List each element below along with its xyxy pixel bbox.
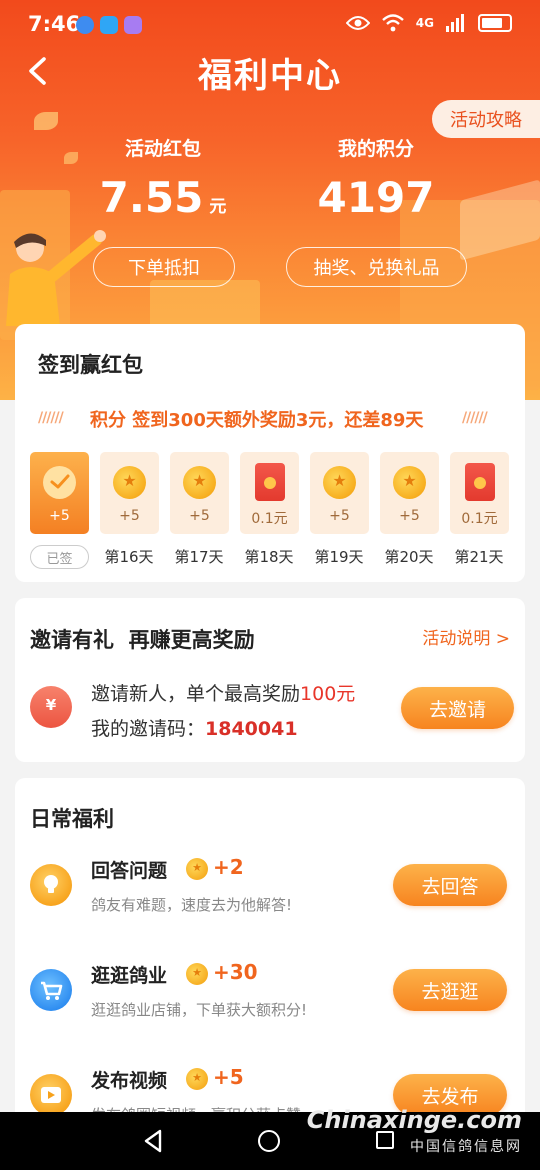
network-type: 4G [415,16,434,30]
day-reward: +5 [399,508,420,524]
slash-decor: ////// [38,410,64,426]
task-desc: 鸽友有难题，速度去为他解答! [91,896,293,914]
coin-icon [323,466,356,499]
slash-decor: ////// [462,410,488,426]
red-packet-value: 7.55 [99,173,204,222]
coin-icon [186,1068,208,1090]
checkin-day[interactable]: 0.1元 [240,452,299,534]
task-title: 回答问题 [91,860,168,882]
red-packet-icon [465,463,495,501]
app-notification-icon [124,16,142,34]
points-value: 4197 [317,173,435,222]
cart-icon [30,969,72,1011]
checkin-day[interactable]: +5 [100,452,159,534]
invite-code-label: 我的邀请码： [91,718,206,740]
checkin-marquee: ////// 积分 签到300天额外奖励3元，还差89天 ////// [0,406,540,431]
red-packet-icon [255,463,285,501]
checkin-day-signed[interactable]: +5 [30,452,89,534]
activity-guide-button[interactable]: 活动攻略 [432,100,540,138]
wifi-icon [381,14,404,32]
invite-button[interactable]: 去邀请 [401,687,514,729]
day-label: 第20天 [384,548,434,566]
signed-badge: 已签 [30,545,89,569]
leaf-decor-icon [34,112,58,130]
checkin-day[interactable]: 0.1元 [450,452,509,534]
checkin-day[interactable]: +5 [380,452,439,534]
checkin-title: 签到赢红包 [38,353,143,377]
invite-reward-amount: 100元 [300,683,356,705]
check-circle-icon [43,466,76,499]
day-label: 第19天 [314,548,364,566]
battery-icon [478,14,512,32]
day-reward: +5 [189,508,210,524]
task-points: +2 [213,855,244,879]
day-label: 第21天 [454,548,504,566]
checkin-day[interactable]: +5 [310,452,369,534]
coin-icon [393,466,426,499]
nav-back-icon[interactable] [142,1128,164,1154]
day-label: 第17天 [174,548,224,566]
red-packet-label: 活动红包 [124,138,201,160]
invite-title: 邀请有礼 再赚更高奖励 [30,628,255,652]
video-play-icon [30,1074,72,1116]
activity-rules-link[interactable]: 活动说明 > [422,624,510,649]
watermark-subtitle: 中国信鸽信息网 [410,1139,522,1155]
invite-reward-prefix: 邀请新人，单个最高奖励 [91,683,301,705]
coin-icon [113,466,146,499]
page-title: 福利中心 [198,56,342,96]
red-envelope-icon [30,686,72,728]
coin-icon [186,963,208,985]
task-title: 逛逛鸽业 [91,965,168,987]
status-time: 7:46 [28,12,81,36]
order-deduct-button[interactable]: 下单抵扣 [93,247,235,287]
task-desc: 逛逛鸽业店铺，下单获大额积分! [91,1001,308,1019]
marquee-text: 积分 签到300天额外奖励3元，还差89天 [90,410,424,431]
coin-icon [183,466,216,499]
browse-button[interactable]: 去逛逛 [393,969,507,1011]
invite-code-value[interactable]: 1840041 [205,718,298,740]
red-packet-unit: 元 [209,197,227,217]
day-reward: +5 [329,508,350,524]
points-stat: 我的积分 4197 [276,134,476,222]
day-label: 第18天 [244,548,294,566]
invite-reward-text: 邀请新人，单个最高奖励100元 [91,679,355,706]
daily-title: 日常福利 [30,807,114,831]
task-points: +30 [213,960,258,984]
app-notification-icon [76,16,94,34]
task-title: 发布视频 [91,1070,168,1092]
lightbulb-icon [30,864,72,906]
answer-button[interactable]: 去回答 [393,864,507,906]
lottery-exchange-button[interactable]: 抽奖、兑换礼品 [286,247,467,287]
task-points: +5 [213,1065,244,1089]
coin-icon [186,858,208,880]
status-bar: 7:46 4G [0,0,540,52]
invite-code-text: 我的邀请码：1840041 [91,714,298,741]
nav-home-icon[interactable] [258,1130,280,1152]
signal-icon [446,14,464,32]
day-reward: +5 [49,508,70,524]
day-reward: 0.1元 [461,511,498,527]
day-reward: 0.1元 [251,511,288,527]
day-label: 第16天 [104,548,154,566]
app-notification-icon [100,16,118,34]
day-reward: +5 [119,508,140,524]
checkin-day[interactable]: +5 [170,452,229,534]
red-packet-stat: 活动红包 7.55 元 [63,134,263,222]
eye-icon [345,16,370,30]
watermark-logo: Chinaxinge.com [306,1106,522,1134]
points-label: 我的积分 [337,138,414,160]
